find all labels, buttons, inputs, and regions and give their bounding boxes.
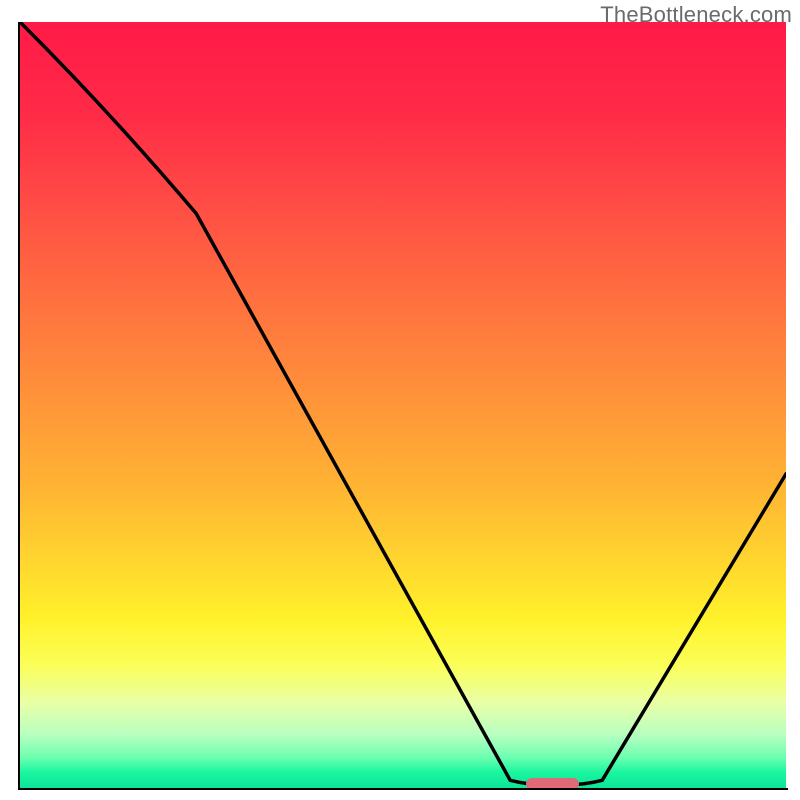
watermark-text: TheBottleneck.com bbox=[600, 2, 792, 28]
curve-svg bbox=[20, 22, 786, 788]
chart-container: TheBottleneck.com bbox=[0, 0, 800, 800]
x-axis bbox=[18, 788, 788, 790]
bottleneck-curve-path bbox=[20, 22, 786, 785]
plot-area bbox=[20, 22, 786, 788]
y-axis bbox=[18, 22, 20, 790]
